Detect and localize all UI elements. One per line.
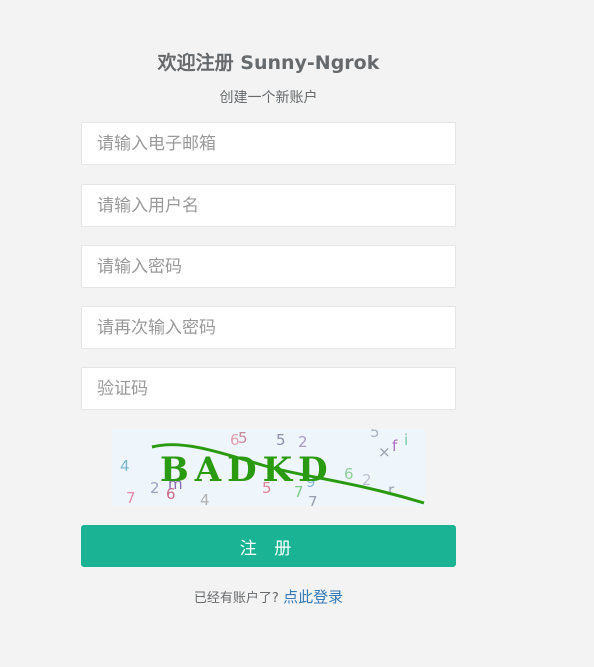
- page-subtitle: 创建一个新账户: [219, 90, 318, 106]
- svg-text:5: 5: [238, 429, 248, 447]
- svg-text:f: f: [392, 437, 398, 455]
- login-link[interactable]: 点此登录: [283, 588, 343, 606]
- page-title: 欢迎注册 Sunny-Ngrok: [157, 52, 380, 74]
- svg-text:2: 2: [150, 479, 160, 497]
- captcha-field[interactable]: [81, 367, 456, 410]
- svg-text:5: 5: [276, 431, 286, 449]
- captcha-image[interactable]: 4 7 2 6 m 4 6 5 5 2 5 7 9 6 5 × f i r 2: [112, 423, 425, 511]
- login-prompt-line: 已经有账户了? 点此登录: [81, 587, 456, 609]
- username-field[interactable]: [81, 184, 456, 227]
- svg-text:7: 7: [308, 493, 318, 506]
- svg-text:5: 5: [370, 429, 380, 441]
- password-confirm-field[interactable]: [81, 306, 456, 349]
- svg-text:i: i: [404, 431, 408, 449]
- svg-text:7: 7: [126, 489, 136, 506]
- captcha-graphic: 4 7 2 6 m 4 6 5 5 2 5 7 9 6 5 × f i r 2: [112, 423, 425, 511]
- login-prompt-text: 已经有账户了?: [193, 591, 279, 606]
- register-button[interactable]: 注 册: [81, 525, 456, 567]
- svg-text:4: 4: [200, 491, 210, 506]
- captcha-letters: BADKD: [160, 450, 334, 490]
- svg-text:2: 2: [298, 433, 308, 451]
- password-field[interactable]: [81, 245, 456, 288]
- email-field[interactable]: [81, 122, 456, 165]
- svg-text:×: ×: [378, 443, 391, 461]
- svg-text:r: r: [388, 481, 395, 499]
- register-page: 欢迎注册 Sunny-Ngrok 创建一个新账户 4 7 2 6 m 4 6 5…: [0, 0, 594, 667]
- svg-text:6: 6: [344, 465, 354, 483]
- svg-text:4: 4: [120, 457, 130, 475]
